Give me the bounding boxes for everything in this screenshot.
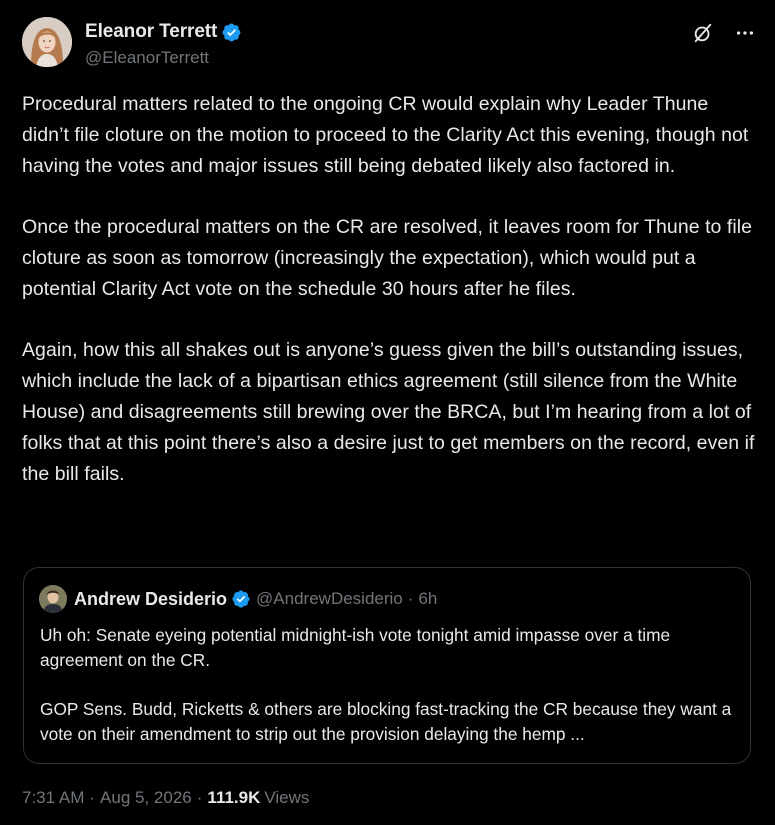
- tweet-paragraph: Procedural matters related to the ongoin…: [22, 93, 749, 177]
- separator-dot: ·: [407, 589, 414, 608]
- quoted-author-avatar: [39, 585, 67, 613]
- separator-dot: ·: [196, 788, 203, 807]
- quoted-tweet-text: Uh oh: Senate eyeing potential midnight-…: [40, 623, 740, 747]
- header-actions: [691, 21, 757, 45]
- author-info: Eleanor Terrett @EleanorTerrett: [85, 20, 242, 68]
- more-icon[interactable]: [733, 21, 757, 45]
- tweet-header: Eleanor Terrett @EleanorTerrett: [22, 17, 757, 69]
- tweet-paragraph: Once the procedural matters on the CR ar…: [22, 216, 753, 300]
- author-display-name[interactable]: Eleanor Terrett: [85, 21, 217, 43]
- tweet-detail: Eleanor Terrett @EleanorTerrett Procedur…: [0, 0, 775, 825]
- grok-icon[interactable]: [691, 21, 715, 45]
- tweet-text: Procedural matters related to the ongoin…: [22, 89, 757, 489]
- tweet-paragraph: Again, how this all shakes out is anyone…: [22, 339, 755, 485]
- quoted-timestamp: 6h: [418, 589, 438, 608]
- quoted-author-handle: @AndrewDesiderio: [256, 589, 403, 608]
- verified-badge-icon: [221, 22, 242, 43]
- quoted-paragraph: GOP Sens. Budd, Ricketts & others are bl…: [40, 699, 732, 745]
- author-handle[interactable]: @EleanorTerrett: [85, 48, 242, 68]
- author-avatar[interactable]: [22, 17, 72, 67]
- views-count[interactable]: 111.9K: [207, 788, 260, 808]
- post-date[interactable]: Aug 5, 2026: [100, 788, 192, 808]
- quoted-paragraph: Uh oh: Senate eyeing potential midnight-…: [40, 625, 671, 670]
- verified-badge-icon: [231, 589, 251, 609]
- tweet-meta: 7:31 AM · Aug 5, 2026 · 111.9K Views: [22, 788, 309, 808]
- quoted-tweet-header: Andrew Desiderio @AndrewDesiderio · 6h: [39, 585, 437, 613]
- quoted-author-name: Andrew Desiderio: [74, 588, 228, 609]
- separator-dot: ·: [89, 788, 96, 807]
- quoted-tweet-card[interactable]: Andrew Desiderio @AndrewDesiderio · 6h U…: [23, 567, 751, 764]
- post-time[interactable]: 7:31 AM: [22, 788, 84, 808]
- views-label: Views: [264, 788, 310, 807]
